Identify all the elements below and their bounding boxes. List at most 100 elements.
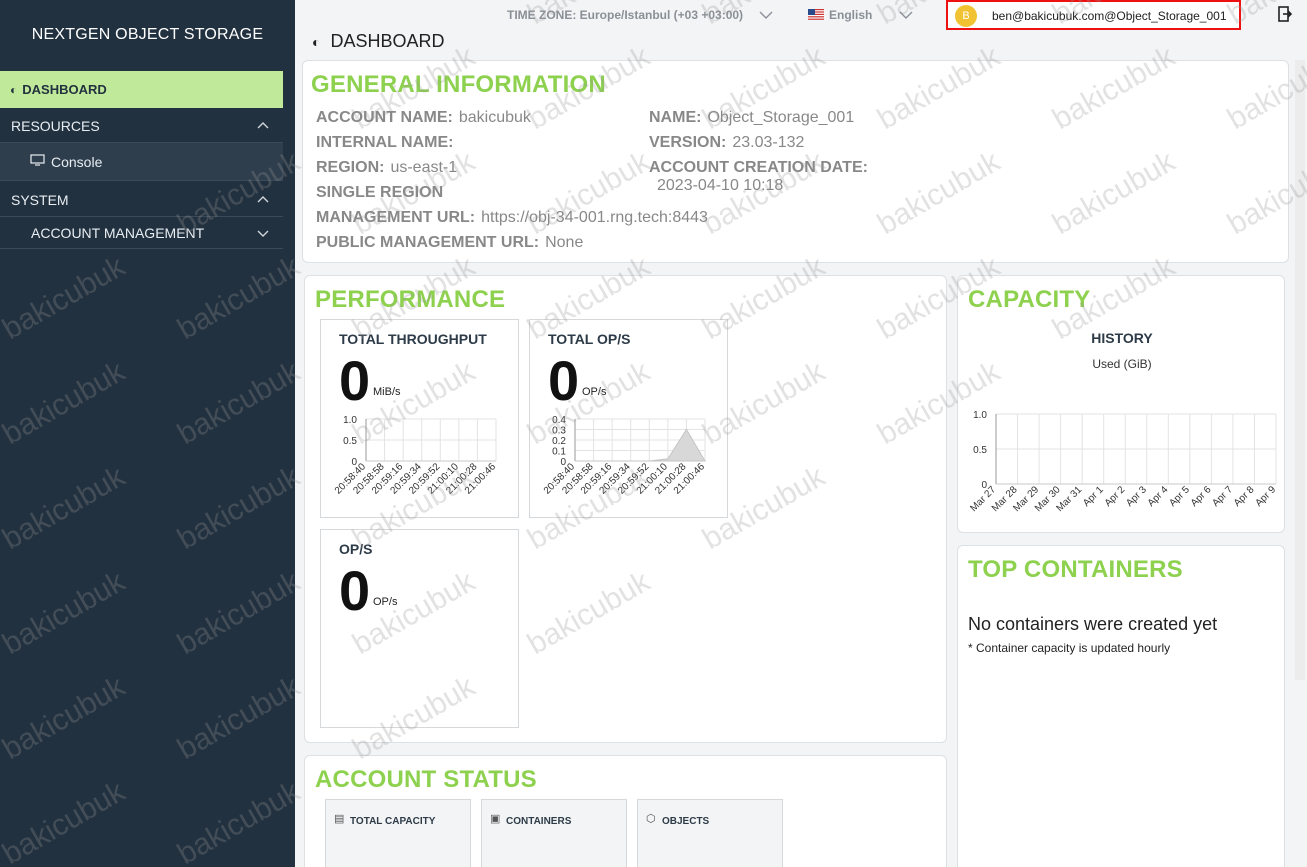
y-tick-label: 1.0	[973, 410, 987, 421]
public-management-url-label: PUBLIC MANAGEMENT URL:	[316, 234, 540, 251]
containers-tile: ▣ CONTAINERS	[481, 799, 627, 867]
x-tick-label: Apr 5	[1167, 484, 1192, 509]
version-row: VERSION: 23.03-132	[649, 134, 804, 152]
x-tick-label: Apr 2	[1103, 484, 1128, 509]
sidebar-section-label: RESOURCES	[11, 118, 100, 134]
x-tick-label: Apr 1	[1081, 484, 1106, 509]
x-tick-label: Apr 6	[1189, 484, 1214, 509]
metric-unit: OP/s	[373, 596, 398, 608]
sidebar-item-account-management[interactable]: ACCOUNT MANAGEMENT	[0, 217, 283, 249]
language-selector[interactable]: English	[829, 8, 872, 22]
database-icon: ▤	[334, 813, 345, 825]
public-management-url-row: PUBLIC MANAGEMENT URL: None	[316, 234, 583, 252]
region-label: REGION:	[316, 159, 385, 176]
version-value: 23.03-132	[732, 134, 805, 151]
page-title-text: DASHBOARD	[330, 31, 445, 51]
performance-card: PERFORMANCE TOTAL THROUGHPUT 0 MiB/s 1.0…	[304, 275, 947, 743]
sidebar-section-system[interactable]: SYSTEM	[0, 184, 283, 217]
card-title: TOP CONTAINERS	[968, 556, 1183, 583]
x-tick-label: Apr 3	[1124, 484, 1149, 509]
general-information-card: GENERAL INFORMATION ACCOUNT NAME: bakicub…	[302, 60, 1289, 263]
archive-box-icon: ▣	[490, 813, 501, 825]
cube-icon: ⬡	[646, 813, 656, 825]
internal-name-row: INTERNAL NAME:	[316, 134, 459, 152]
user-email: ben@bakicubuk.com@Object_Storage_001	[992, 9, 1227, 23]
y-tick-label: 0.4	[552, 415, 566, 426]
sidebar-item-console[interactable]: Console	[0, 143, 283, 181]
throughput-chart: 1.00.5020:58:4020:58:5820:59:1620:59:342…	[333, 415, 499, 497]
history-legend-used: Used (GiB)	[1092, 357, 1152, 371]
chevron-down-icon	[257, 230, 269, 237]
total-ops-panel: TOTAL OP/S 0 OP/s 0.4 0.3 0.2 0.1 0 20:58:40 2…	[529, 319, 728, 518]
monitor-icon	[30, 154, 45, 169]
sidebar-section-resources[interactable]: RESOURCES	[0, 110, 283, 143]
sidebar-item-label: DASHBOARD	[22, 82, 107, 97]
total-capacity-tile: ▤ TOTAL CAPACITY	[325, 799, 471, 867]
y-tick-label: 0.3	[552, 426, 566, 437]
public-management-url-value: None	[545, 234, 584, 251]
name-value: Object_Storage_001	[707, 109, 855, 126]
metric-title: TOTAL THROUGHPUT	[339, 331, 487, 347]
chevron-up-icon	[257, 196, 269, 203]
creation-date-label: ACCOUNT CREATION DATE:	[649, 159, 868, 176]
user-account-menu[interactable]: B ben@bakicubuk.com@Object_Storage_001	[946, 0, 1241, 30]
metric-title: OP/S	[339, 541, 373, 557]
x-tick-label: Apr 7	[1210, 484, 1235, 509]
x-tick-label: Apr 9	[1253, 484, 1278, 509]
y-tick-label: 1.0	[343, 415, 357, 426]
y-tick-label: 0.1	[552, 447, 566, 458]
region-row: REGION: us-east-1	[316, 159, 457, 177]
chevron-down-icon[interactable]	[759, 10, 773, 20]
x-tick-label: Apr 4	[1146, 484, 1171, 509]
name-row: NAME: Object_Storage_001	[649, 109, 854, 127]
y-tick-label: 0.2	[552, 436, 566, 447]
single-region-label: SINGLE REGION	[316, 184, 444, 201]
chevron-down-icon[interactable]	[899, 10, 913, 20]
tile-label: OBJECTS	[662, 816, 710, 827]
management-url-row: MANAGEMENT URL: https://obj-34-001.rng.te…	[316, 209, 708, 227]
history-title: HISTORY	[1091, 330, 1153, 346]
card-title: ACCOUNT STATUS	[315, 766, 537, 793]
tile-label: TOTAL CAPACITY	[350, 816, 436, 827]
brand-title: NEXTGEN OBJECT STORAGE	[31, 26, 264, 43]
internal-name-label: INTERNAL NAME:	[316, 134, 454, 151]
metric-unit: MiB/s	[373, 386, 401, 398]
account-status-card: ACCOUNT STATUS ▤ TOTAL CAPACITY ▣ CONTAI…	[304, 755, 947, 867]
avatar: B	[955, 5, 977, 27]
chevron-up-icon	[257, 122, 269, 129]
page-title: ◐ DASHBOARD	[312, 31, 445, 52]
sidebar-item-label: Console	[51, 153, 103, 170]
capacity-card: CAPACITY HISTORY Used (GiB) 1.0 0.5 0 Mar 2…	[957, 275, 1285, 533]
y-tick-label: 0.5	[343, 436, 357, 447]
dashboard-gauge-icon: ◐	[312, 33, 321, 50]
container-capacity-note: * Container capacity is updated hourly	[968, 641, 1171, 655]
card-title: CAPACITY	[968, 286, 1091, 313]
logout-icon[interactable]	[1278, 6, 1292, 22]
management-url-label: MANAGEMENT URL:	[316, 209, 476, 226]
timezone-selector[interactable]: TIME ZONE: Europe/Istanbul (+03 +03:00)	[507, 8, 743, 22]
account-name-value: bakicubuk	[458, 109, 531, 126]
empty-containers-message: No containers were created yet	[968, 614, 1218, 634]
creation-date-row: ACCOUNT CREATION DATE:	[649, 159, 874, 177]
total-ops-chart: 0.40.30.20.1020:58:4020:58:5820:59:1620:…	[542, 415, 708, 497]
single-region-row: SINGLE REGION	[316, 184, 449, 202]
scrollbar-thumb[interactable]	[1295, 60, 1305, 680]
tile-label: CONTAINERS	[506, 816, 572, 827]
sidebar: NEXTGEN OBJECT STORAGE ◐ DASHBOARD RESOU…	[0, 0, 295, 867]
name-label: NAME:	[649, 109, 702, 126]
us-flag-icon	[808, 9, 824, 20]
version-label: VERSION:	[649, 134, 727, 151]
objects-tile: ⬡ OBJECTS	[637, 799, 783, 867]
sidebar-section-label: SYSTEM	[11, 192, 69, 208]
sidebar-item-dashboard[interactable]: ◐ DASHBOARD	[0, 71, 283, 108]
y-tick-label: 0.5	[973, 445, 987, 456]
capacity-history-chart: 1.00.50Mar 27Mar 28Mar 29Mar 30Mar 31Apr…	[968, 410, 1278, 514]
total-throughput-panel: TOTAL THROUGHPUT 0 MiB/s 1.0 0.5 0 20:58:40…	[320, 319, 519, 518]
sidebar-item-label: ACCOUNT MANAGEMENT	[31, 224, 205, 241]
dashboard-gauge-icon: ◐	[10, 82, 18, 97]
card-title: GENERAL INFORMATION	[311, 71, 606, 98]
top-containers-card: TOP CONTAINERS No containers were create…	[957, 545, 1285, 867]
account-name-row: ACCOUNT NAME: bakicubuk	[316, 109, 531, 127]
management-url-value[interactable]: https://obj-34-001.rng.tech:8443	[481, 209, 708, 226]
region-value: us-east-1	[390, 159, 458, 176]
